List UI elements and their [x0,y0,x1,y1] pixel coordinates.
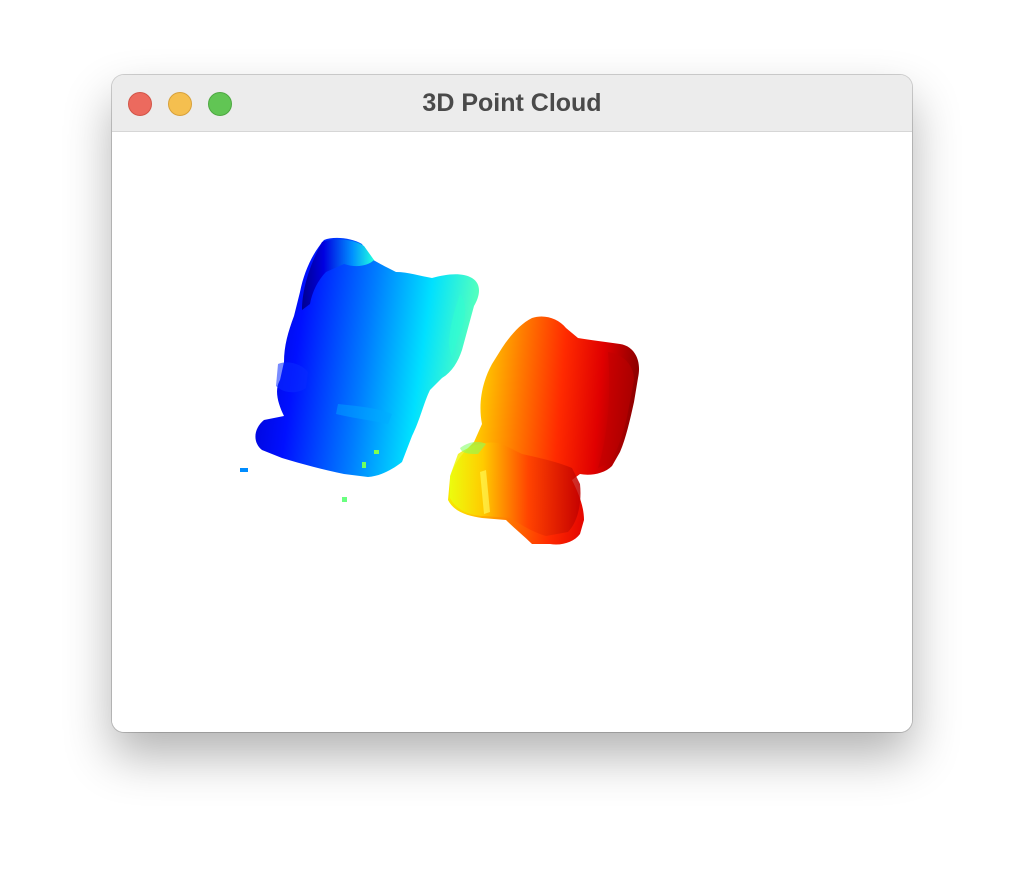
window-title: 3D Point Cloud [422,89,602,117]
app-window: 3D Point Cloud [112,75,912,732]
right-object [448,316,640,545]
point-cloud-viewport[interactable] [112,132,912,732]
title-bar[interactable]: 3D Point Cloud [112,75,912,132]
left-object [240,237,479,502]
point-cloud-canvas[interactable] [112,132,912,732]
